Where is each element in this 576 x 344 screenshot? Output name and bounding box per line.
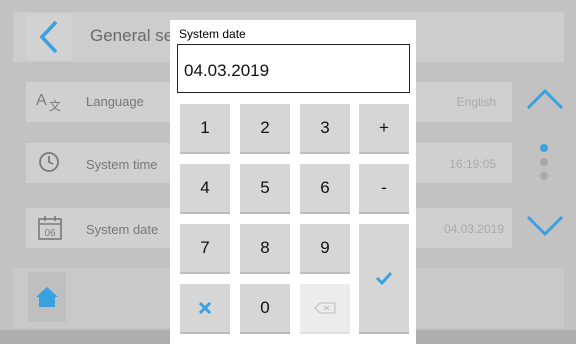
system-date-value: 04.03.2019: [443, 222, 504, 236]
key-8[interactable]: 8: [240, 224, 290, 274]
home-button[interactable]: [28, 272, 66, 322]
key-2[interactable]: 2: [240, 104, 290, 154]
system-date-label: System date: [86, 222, 159, 237]
scroll-up-button[interactable]: [522, 78, 568, 120]
close-icon: [198, 301, 212, 315]
language-value: English: [456, 95, 496, 109]
page-indicator-active: [540, 144, 548, 152]
key-0[interactable]: 0: [240, 284, 290, 334]
scroll-down-button[interactable]: [522, 205, 568, 247]
confirm-button[interactable]: [359, 224, 409, 334]
chevron-down-icon: [526, 215, 564, 237]
translate-icon: A文: [34, 90, 66, 117]
clock-icon: [37, 150, 61, 179]
calendar-icon: 06: [37, 215, 63, 246]
home-icon: [36, 287, 58, 307]
system-time-label: System time: [86, 157, 158, 172]
key-7[interactable]: 7: [180, 224, 230, 274]
calendar-icon-text: 06: [44, 228, 56, 239]
svg-text:文: 文: [49, 98, 61, 112]
back-button[interactable]: [26, 14, 72, 60]
key-1[interactable]: 1: [180, 104, 230, 154]
checkmark-icon: [375, 271, 393, 285]
page-title: General set: [90, 26, 178, 45]
dialog-title: System date: [179, 27, 246, 41]
backspace-button[interactable]: [300, 284, 350, 334]
backspace-icon: [314, 302, 336, 314]
cancel-button[interactable]: [180, 284, 230, 334]
chevron-up-icon: [526, 88, 564, 110]
svg-text:A: A: [36, 92, 47, 109]
date-input-value: 04.03.2019: [184, 61, 270, 80]
key-9[interactable]: 9: [300, 224, 350, 274]
key-5[interactable]: 5: [240, 164, 290, 214]
page-indicator-dot: [540, 158, 548, 166]
key-plus[interactable]: +: [359, 104, 409, 154]
key-3[interactable]: 3: [300, 104, 350, 154]
page-indicator-dot: [540, 172, 548, 180]
language-label: Language: [86, 94, 144, 109]
key-minus[interactable]: -: [359, 164, 409, 214]
key-6[interactable]: 6: [300, 164, 350, 214]
system-time-value: 16:19:05: [449, 157, 496, 171]
chevron-left-icon: [39, 20, 58, 54]
key-4[interactable]: 4: [180, 164, 230, 214]
